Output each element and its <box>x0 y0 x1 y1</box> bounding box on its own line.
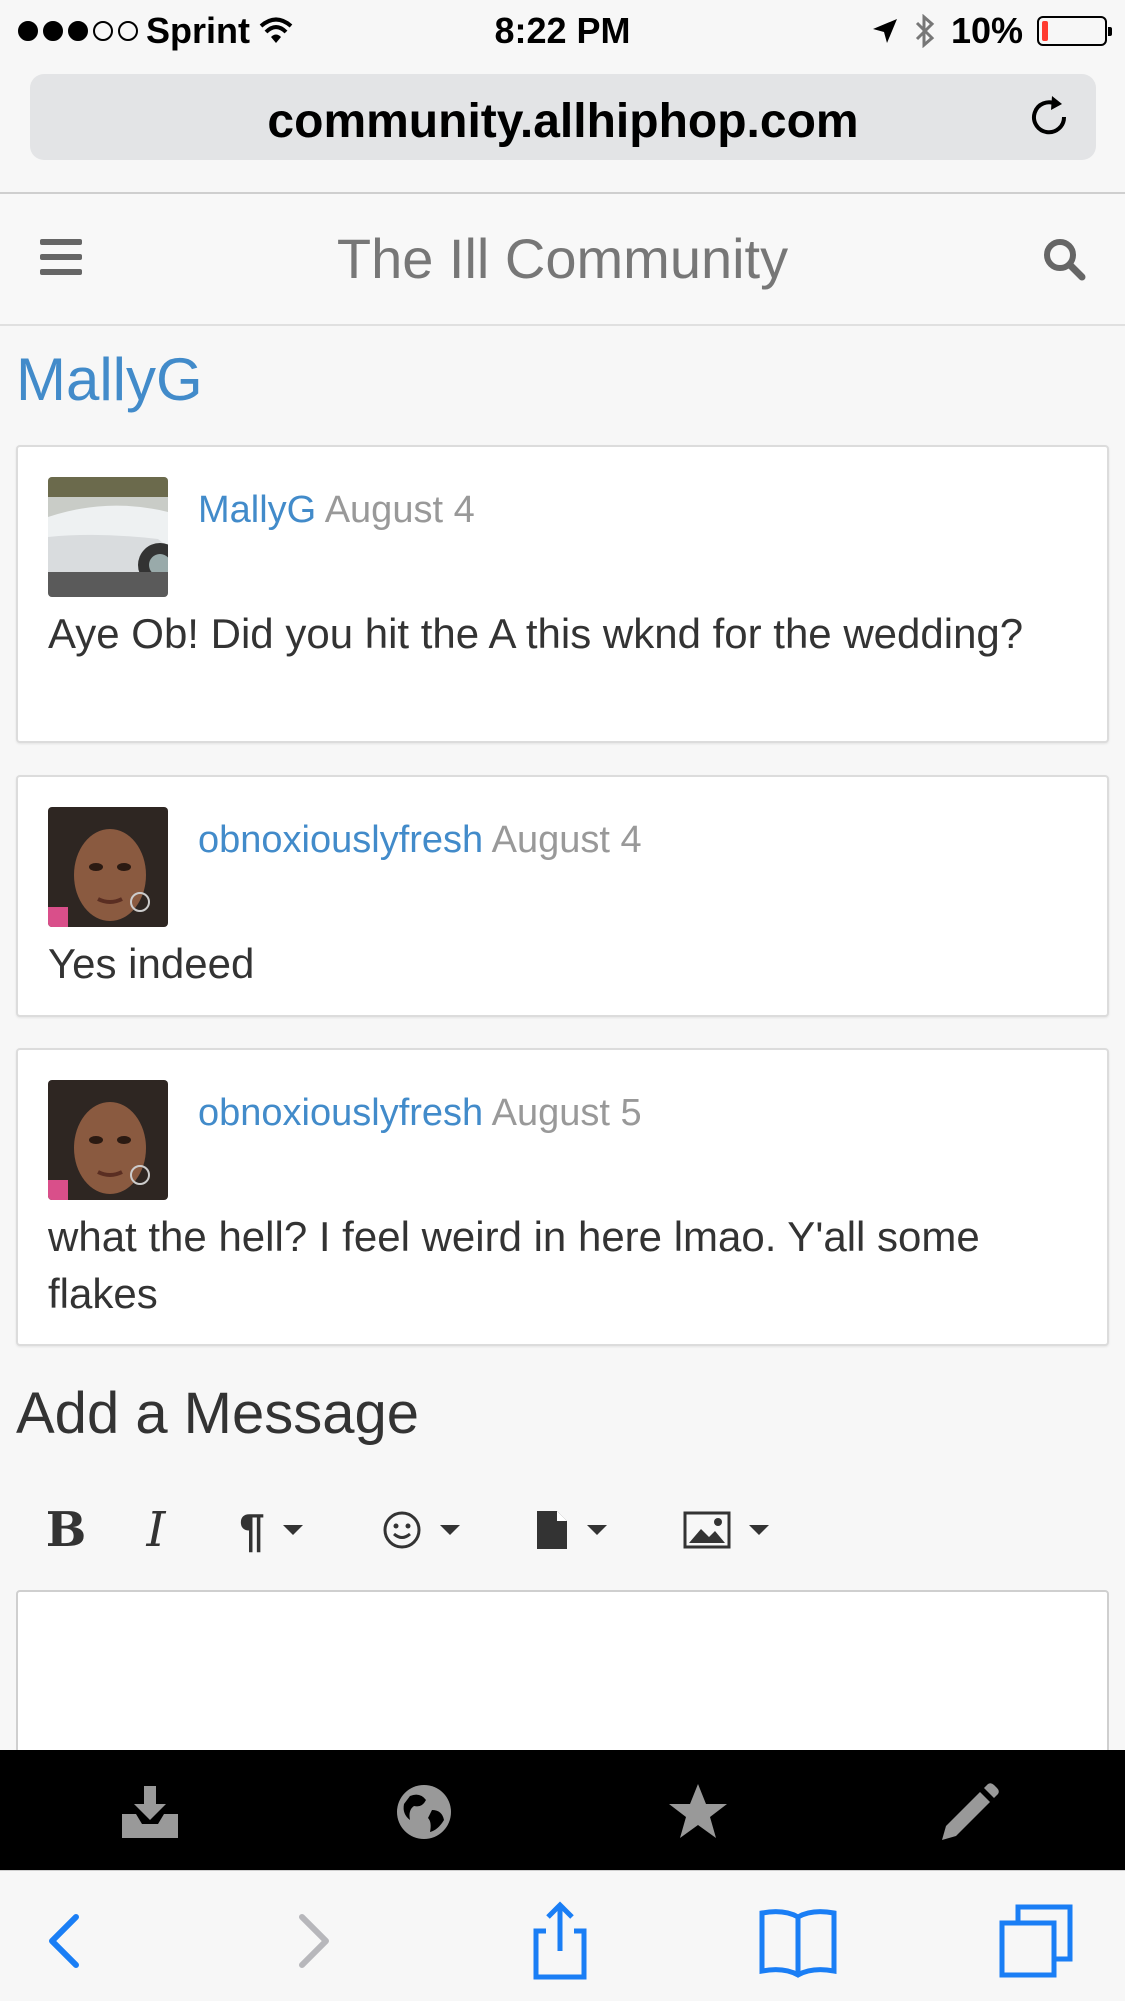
message-date: August 4 <box>324 489 475 531</box>
page: Sprint 8:22 PM 10% community.allhiphop.c… <box>0 0 1125 2001</box>
forward-icon[interactable] <box>270 1901 350 1981</box>
message-meta: obnoxiouslyfresh August 4 <box>198 819 642 862</box>
pencil-icon[interactable] <box>938 1780 1002 1844</box>
reload-icon[interactable] <box>1024 92 1074 142</box>
status-right: 10% <box>871 10 1112 52</box>
profile-name-link[interactable]: MallyG <box>16 345 203 414</box>
download-inbox-icon[interactable] <box>118 1780 182 1844</box>
chevron-down-icon <box>749 1525 769 1535</box>
status-bar: Sprint 8:22 PM 10% <box>0 0 1125 62</box>
image-dropdown[interactable] <box>661 1490 791 1570</box>
chevron-down-icon <box>440 1525 460 1535</box>
address-bar-url[interactable]: community.allhiphop.com <box>30 94 1096 149</box>
search-icon[interactable] <box>1041 236 1087 282</box>
message-author-link[interactable]: obnoxiouslyfresh <box>198 1092 483 1134</box>
add-message-heading: Add a Message <box>16 1381 420 1446</box>
italic-icon: I <box>146 1502 166 1558</box>
bold-button[interactable]: B <box>36 1490 96 1570</box>
star-icon[interactable] <box>666 1780 730 1844</box>
message-body: Aye Ob! Did you hit the A this wknd for … <box>48 610 1024 657</box>
location-arrow-icon <box>872 19 897 43</box>
editor-toolbar: B I ¶ <box>16 1490 1109 1570</box>
share-icon[interactable] <box>520 1901 600 1981</box>
browser-toolbar <box>0 1870 1125 2001</box>
paragraph-format-dropdown[interactable]: ¶ <box>211 1490 331 1570</box>
avatar[interactable] <box>48 1080 168 1200</box>
message-meta: MallyG August 4 <box>198 489 475 532</box>
avatar[interactable] <box>48 477 168 597</box>
message-body: Yes indeed <box>48 940 255 987</box>
message-author-link[interactable]: MallyG <box>198 489 316 531</box>
image-icon <box>683 1511 731 1549</box>
italic-button[interactable]: I <box>126 1490 186 1570</box>
message-date: August 4 <box>491 819 642 861</box>
battery-icon <box>1037 16 1112 46</box>
message-item: MallyG August 4 Aye Ob! Did you hit the … <box>16 445 1109 743</box>
message-meta: obnoxiouslyfresh August 5 <box>198 1092 642 1135</box>
battery-level-fill <box>1042 21 1048 41</box>
site-navbar: The Ill Community <box>0 194 1125 326</box>
forum-action-bar <box>0 1750 1125 1870</box>
message-item: obnoxiouslyfresh August 4 Yes indeed <box>16 775 1109 1017</box>
file-dropdown[interactable] <box>511 1490 631 1570</box>
globe-icon[interactable] <box>392 1780 456 1844</box>
chevron-down-icon <box>587 1525 607 1535</box>
message-item: obnoxiouslyfresh August 5 what the hell?… <box>16 1048 1109 1346</box>
emoji-dropdown[interactable] <box>361 1490 481 1570</box>
battery-percent: 10% <box>950 10 1023 51</box>
back-icon[interactable] <box>28 1901 108 1981</box>
tabs-icon[interactable] <box>996 1901 1076 1981</box>
avatar[interactable] <box>48 807 168 927</box>
paragraph-icon: ¶ <box>239 1504 265 1556</box>
file-icon <box>537 1511 567 1549</box>
site-title[interactable]: The Ill Community <box>0 226 1125 291</box>
chevron-down-icon <box>282 1525 303 1535</box>
bold-icon: B <box>45 1502 87 1558</box>
address-bar[interactable]: community.allhiphop.com <box>30 74 1096 160</box>
browser-address-area: community.allhiphop.com <box>0 62 1125 194</box>
bookmarks-icon[interactable] <box>758 1901 838 1981</box>
bluetooth-icon <box>915 14 935 48</box>
message-author-link[interactable]: obnoxiouslyfresh <box>198 819 483 861</box>
message-date: August 5 <box>491 1092 642 1134</box>
message-body: what the hell? I feel weird in here lmao… <box>48 1213 980 1317</box>
smiley-icon <box>383 1511 421 1549</box>
